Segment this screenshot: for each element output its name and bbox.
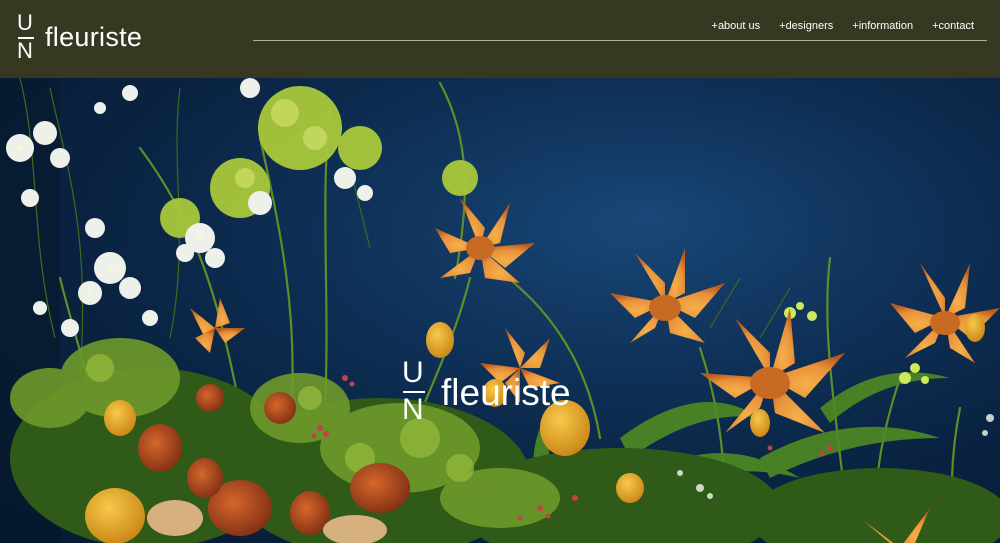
nav-about-us[interactable]: +about us — [712, 20, 761, 32]
hero-monogram-top: U — [402, 356, 424, 389]
nav-information[interactable]: +information — [852, 20, 913, 32]
main-nav: +about us +designers +information +conta… — [712, 20, 974, 32]
monogram-top: U — [17, 10, 33, 35]
hero-wordmark: fleuriste — [441, 372, 571, 413]
hero-image: U N fleuriste — [0, 78, 1000, 543]
flower-arrangement-illustration — [0, 78, 1000, 543]
site-header: U N fleuriste +about us +designers +info… — [0, 0, 1000, 78]
hero-logo: U N fleuriste — [401, 358, 571, 428]
logo-wordmark: fleuriste — [45, 22, 143, 52]
monogram-bottom: N — [17, 38, 33, 63]
site-logo[interactable]: U N fleuriste — [16, 12, 142, 64]
hero-monogram: U N — [401, 358, 427, 428]
logo-monogram: U N — [16, 12, 36, 64]
nav-designers[interactable]: +designers — [779, 20, 833, 32]
header-divider — [253, 40, 987, 41]
nav-contact[interactable]: +contact — [932, 20, 974, 32]
hero-monogram-bottom: N — [402, 393, 424, 426]
